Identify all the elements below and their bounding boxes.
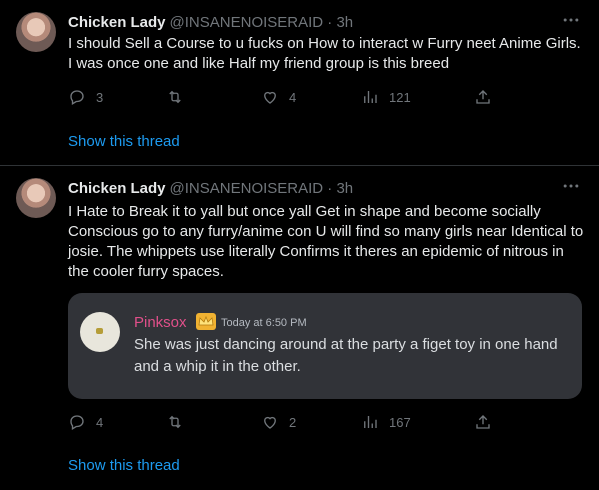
reply-icon bbox=[70, 415, 84, 430]
views-button[interactable]: 121 bbox=[361, 87, 411, 107]
embed-timestamp: Today at 6:50 PM bbox=[221, 317, 307, 329]
avatar[interactable] bbox=[16, 12, 56, 52]
retweet-icon bbox=[169, 90, 181, 104]
views-count: 121 bbox=[389, 89, 411, 105]
show-thread-link[interactable]: Show this thread bbox=[68, 457, 180, 474]
tweet[interactable]: Chicken Lady @INSANENOISERAID · 3h I sho… bbox=[0, 0, 599, 165]
more-options-icon[interactable] bbox=[561, 176, 581, 196]
display-name[interactable]: Chicken Lady bbox=[68, 180, 166, 197]
tweet-header: Chicken Lady @INSANENOISERAID · 3h bbox=[68, 12, 353, 32]
like-count: 2 bbox=[289, 414, 297, 430]
share-icon bbox=[476, 90, 490, 104]
views-icon bbox=[364, 91, 377, 103]
handle-and-time[interactable]: @INSANENOISERAID · 3h bbox=[170, 180, 354, 197]
reply-count: 3 bbox=[96, 89, 104, 105]
reply-button[interactable]: 4 bbox=[68, 412, 103, 432]
heart-icon bbox=[264, 416, 276, 429]
reply-button[interactable]: 3 bbox=[68, 87, 103, 107]
reply-count: 4 bbox=[96, 414, 104, 430]
like-button[interactable]: 2 bbox=[261, 412, 296, 432]
tweet-actions: 3 4 121 bbox=[68, 87, 498, 107]
like-count: 4 bbox=[289, 89, 297, 105]
handle-and-time[interactable]: @INSANENOISERAID · 3h bbox=[170, 14, 354, 31]
views-icon bbox=[364, 416, 377, 428]
retweet-button[interactable] bbox=[166, 412, 184, 432]
avatar[interactable] bbox=[16, 178, 56, 218]
heart-icon bbox=[264, 91, 276, 104]
share-button[interactable] bbox=[474, 412, 492, 432]
embed-avatar bbox=[80, 312, 120, 352]
tweet-text: I Hate to Break it to yall but once yall… bbox=[68, 203, 584, 280]
reply-icon bbox=[70, 90, 84, 105]
retweet-button[interactable] bbox=[166, 87, 184, 107]
more-options-icon[interactable] bbox=[561, 10, 581, 30]
tweet-text: I should Sell a Course to u fucks on How… bbox=[68, 35, 581, 72]
retweet-icon bbox=[169, 415, 181, 429]
embed-message: She was just dancing around at the party… bbox=[134, 336, 558, 375]
tweet-header: Chicken Lady @INSANENOISERAID · 3h bbox=[68, 178, 353, 198]
crown-icon bbox=[196, 313, 216, 330]
share-icon bbox=[476, 415, 490, 429]
embed-username: Pinksox bbox=[134, 314, 187, 331]
embedded-image[interactable]: Pinksox Today at 6:50 PM She was just da… bbox=[68, 293, 582, 399]
tweet[interactable]: Chicken Lady @INSANENOISERAID · 3h I Hat… bbox=[0, 166, 599, 490]
share-button[interactable] bbox=[474, 87, 492, 107]
tweet-actions: 4 2 167 bbox=[68, 412, 498, 432]
like-button[interactable]: 4 bbox=[261, 87, 296, 107]
display-name[interactable]: Chicken Lady bbox=[68, 14, 166, 31]
show-thread-link[interactable]: Show this thread bbox=[68, 133, 180, 150]
views-count: 167 bbox=[389, 414, 411, 430]
views-button[interactable]: 167 bbox=[361, 412, 411, 432]
